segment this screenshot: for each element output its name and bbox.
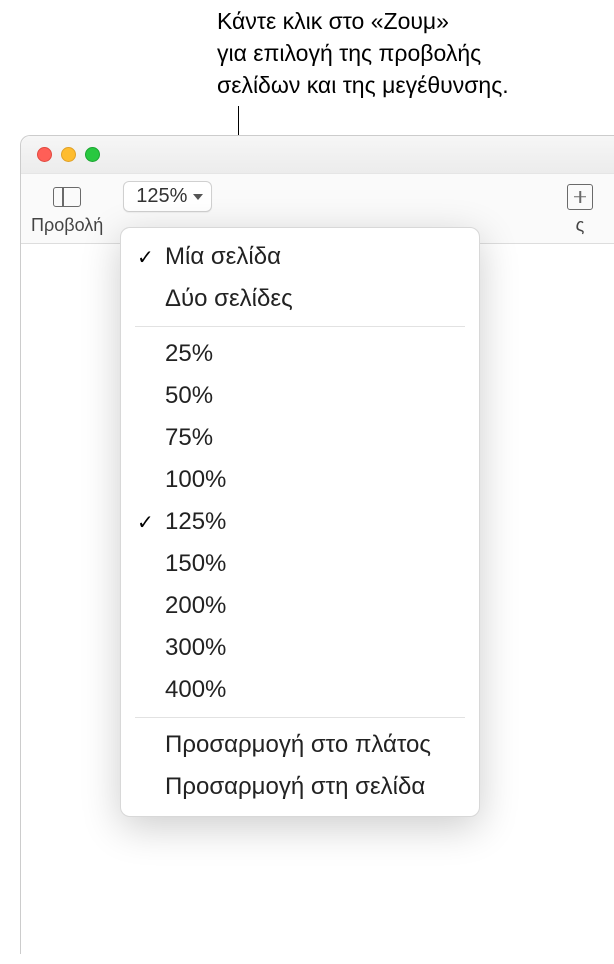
menu-item-zoom-1[interactable]: 50%: [121, 375, 479, 417]
menu-item-zoom-0[interactable]: 25%: [121, 333, 479, 375]
menu-item-zoom-8[interactable]: 400%: [121, 669, 479, 711]
plus-box-icon: [567, 184, 593, 210]
add-toolbar-item: ς: [556, 182, 604, 236]
view-label: Προβολή: [31, 215, 103, 236]
close-window-button[interactable]: [37, 147, 52, 162]
menu-item-label: Δύο σελίδες: [165, 285, 293, 313]
zoom-dropdown-button[interactable]: 125%: [123, 181, 212, 212]
sidebar-icon: [53, 187, 81, 207]
menu-item-label: 25%: [165, 340, 213, 368]
window-titlebar: [21, 136, 614, 174]
menu-item-label: Προσαρμογή στη σελίδα: [165, 773, 425, 801]
fit-options-section: Προσαρμογή στο πλάτος Προσαρμογή στη σελί…: [121, 724, 479, 808]
menu-item-label: 75%: [165, 424, 213, 452]
menu-item-fit-1[interactable]: Προσαρμογή στη σελίδα: [121, 766, 479, 808]
menu-item-label: Προσαρμογή στο πλάτος: [165, 731, 431, 759]
chevron-down-icon: [193, 194, 203, 200]
menu-item-label: 50%: [165, 382, 213, 410]
menu-item-pageview-1[interactable]: Δύο σελίδες: [121, 278, 479, 320]
view-button[interactable]: [44, 182, 90, 212]
zoom-dropdown-menu: ✓ Μία σελίδα Δύο σελίδες 25% 50% 75% 100% ✓ 125…: [120, 227, 480, 817]
fullscreen-window-button[interactable]: [85, 147, 100, 162]
page-views-section: ✓ Μία σελίδα Δύο σελίδες: [121, 236, 479, 320]
menu-item-label: 300%: [165, 634, 226, 662]
add-label: ς: [576, 215, 585, 236]
menu-check-col: ✓: [137, 510, 165, 535]
menu-separator: [135, 326, 465, 327]
zoom-value: 125%: [136, 185, 187, 208]
menu-separator: [135, 717, 465, 718]
minimize-window-button[interactable]: [61, 147, 76, 162]
menu-item-zoom-2[interactable]: 75%: [121, 417, 479, 459]
menu-item-label: 200%: [165, 592, 226, 620]
checkmark-icon: ✓: [137, 245, 154, 270]
menu-item-label: 150%: [165, 550, 226, 578]
menu-item-zoom-4[interactable]: ✓ 125%: [121, 501, 479, 543]
menu-item-fit-0[interactable]: Προσαρμογή στο πλάτος: [121, 724, 479, 766]
add-button[interactable]: [556, 182, 604, 212]
callout-line1: Κάντε κλικ στο «Ζουμ»: [217, 5, 509, 37]
callout-line2: για επιλογή της προβολής: [217, 37, 509, 69]
menu-item-pageview-0[interactable]: ✓ Μία σελίδα: [121, 236, 479, 278]
zoom-levels-section: 25% 50% 75% 100% ✓ 125% 150% 200% 300% 400%: [121, 333, 479, 711]
menu-item-label: 100%: [165, 466, 226, 494]
callout-line3: σελίδων και της μεγέθυνσης.: [217, 69, 509, 101]
menu-item-zoom-5[interactable]: 150%: [121, 543, 479, 585]
checkmark-icon: ✓: [137, 510, 154, 535]
menu-item-zoom-6[interactable]: 200%: [121, 585, 479, 627]
menu-item-zoom-7[interactable]: 300%: [121, 627, 479, 669]
menu-check-col: ✓: [137, 245, 165, 270]
menu-item-label: 400%: [165, 676, 226, 704]
menu-item-zoom-3[interactable]: 100%: [121, 459, 479, 501]
callout-text: Κάντε κλικ στο «Ζουμ» για επιλογή της πρ…: [217, 5, 509, 102]
menu-item-label: Μία σελίδα: [165, 243, 281, 271]
view-toolbar-item: Προβολή: [31, 182, 103, 236]
menu-item-label: 125%: [165, 508, 226, 536]
